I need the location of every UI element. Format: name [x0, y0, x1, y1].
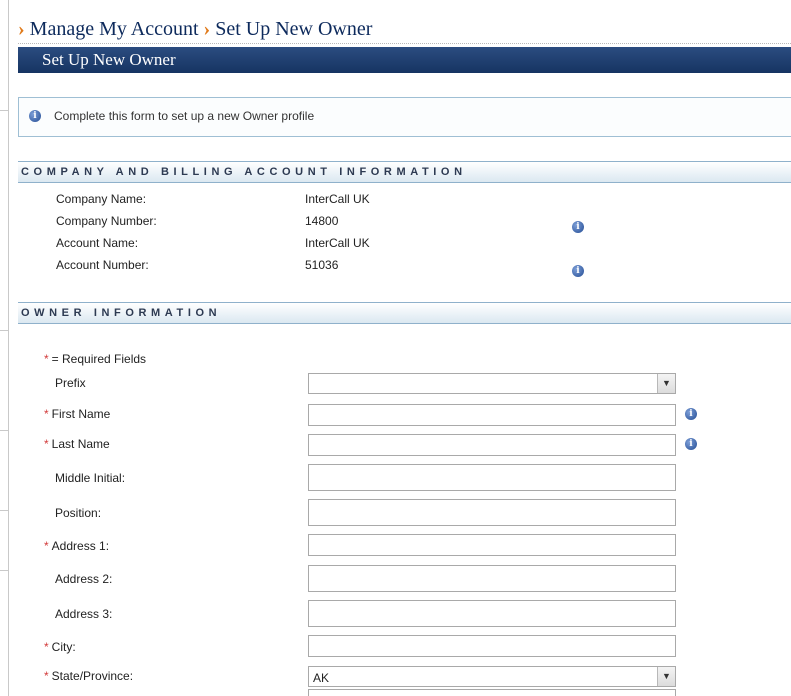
address-1-label: * Address 1:: [44, 539, 109, 553]
prefix-label-text: Prefix: [55, 376, 86, 390]
owner-section-header: OWNER INFORMATION: [18, 302, 791, 324]
next-select-partial[interactable]: [308, 689, 676, 696]
breadcrumb-arrow-icon: ›: [203, 18, 211, 40]
address-2-label: Address 2:: [44, 572, 112, 586]
owner-section-title: OWNER INFORMATION: [21, 307, 222, 319]
required-marker: *: [44, 539, 49, 553]
account-number-value: 51036: [305, 258, 339, 272]
address-3-label: Address 3:: [44, 607, 112, 621]
breadcrumb-current: Set Up New Owner: [215, 18, 373, 40]
left-border-tick: [0, 510, 8, 511]
company-name-value: InterCall UK: [305, 192, 370, 206]
city-label-text: City:: [51, 640, 76, 654]
company-number-info-icon[interactable]: i: [572, 221, 584, 233]
account-number-label: Account Number:: [56, 258, 149, 272]
city-input[interactable]: [308, 635, 676, 657]
last-name-input[interactable]: [308, 434, 676, 456]
company-number-label: Company Number:: [56, 214, 157, 228]
info-icon: i: [29, 110, 41, 122]
company-number-value: 14800: [305, 214, 339, 228]
address-1-label-text: Address 1:: [51, 539, 110, 553]
position-label: Position:: [44, 506, 101, 520]
company-section-header: COMPANY AND BILLING ACCOUNT INFORMATION: [18, 161, 791, 183]
header-divider: [18, 43, 791, 44]
prefix-label: Prefix: [44, 376, 86, 390]
middle-initial-label-text: Middle Initial:: [55, 471, 126, 485]
required-fields-note: * = Required Fields: [44, 352, 146, 366]
middle-initial-input[interactable]: [308, 464, 676, 491]
chevron-down-icon[interactable]: ▼: [657, 667, 675, 686]
first-name-input[interactable]: [308, 404, 676, 426]
state-province-label-text: State/Province:: [51, 669, 134, 683]
address-3-input[interactable]: [308, 600, 676, 627]
middle-initial-label: Middle Initial:: [44, 471, 125, 485]
account-name-value: InterCall UK: [305, 236, 370, 250]
chevron-down-icon[interactable]: ▼: [657, 374, 675, 393]
city-label: * City:: [44, 640, 76, 654]
address-2-label-text: Address 2:: [55, 572, 113, 586]
page-title: Set Up New Owner: [42, 50, 176, 69]
page-title-bar: Set Up New Owner: [18, 47, 791, 73]
left-border-tick: [0, 330, 8, 331]
company-name-label: Company Name:: [56, 192, 147, 206]
required-marker: *: [44, 437, 49, 451]
left-border-tick: [0, 110, 8, 111]
info-message-text: Complete this form to set up a new Owner…: [54, 109, 315, 123]
state-province-select-value: AK: [313, 671, 330, 685]
position-label-text: Position:: [55, 506, 102, 520]
last-name-label: * Last Name: [44, 437, 110, 451]
required-marker: *: [44, 640, 49, 654]
first-name-label-text: First Name: [51, 407, 111, 421]
last-name-info-icon[interactable]: i: [685, 438, 697, 450]
first-name-info-icon[interactable]: i: [685, 408, 697, 420]
company-section-title: COMPANY AND BILLING ACCOUNT INFORMATION: [21, 166, 467, 178]
prefix-select[interactable]: ▼: [308, 373, 676, 394]
info-message-box: i Complete this form to set up a new Own…: [18, 97, 791, 137]
position-input[interactable]: [308, 499, 676, 526]
required-marker: *: [44, 407, 49, 421]
required-note-text: = Required Fields: [51, 352, 147, 366]
account-number-info-icon[interactable]: i: [572, 265, 584, 277]
last-name-label-text: Last Name: [51, 437, 110, 451]
state-province-select[interactable]: AK ▼: [308, 666, 676, 687]
address-2-input[interactable]: [308, 565, 676, 592]
breadcrumb-link-manage-account[interactable]: Manage My Account: [30, 18, 199, 40]
address-1-input[interactable]: [308, 534, 676, 556]
left-border-tick: [0, 570, 8, 571]
required-marker: *: [44, 669, 49, 683]
first-name-label: * First Name: [44, 407, 110, 421]
address-3-label-text: Address 3:: [55, 607, 113, 621]
state-province-label: * State/Province:: [44, 669, 133, 683]
breadcrumb-arrow-icon: ›: [18, 18, 25, 40]
left-border-tick: [0, 430, 8, 431]
breadcrumb: › Manage My Account › Set Up New Owner: [18, 18, 372, 41]
account-name-label: Account Name:: [56, 236, 139, 250]
required-marker: *: [44, 352, 49, 366]
left-border: [8, 0, 9, 696]
